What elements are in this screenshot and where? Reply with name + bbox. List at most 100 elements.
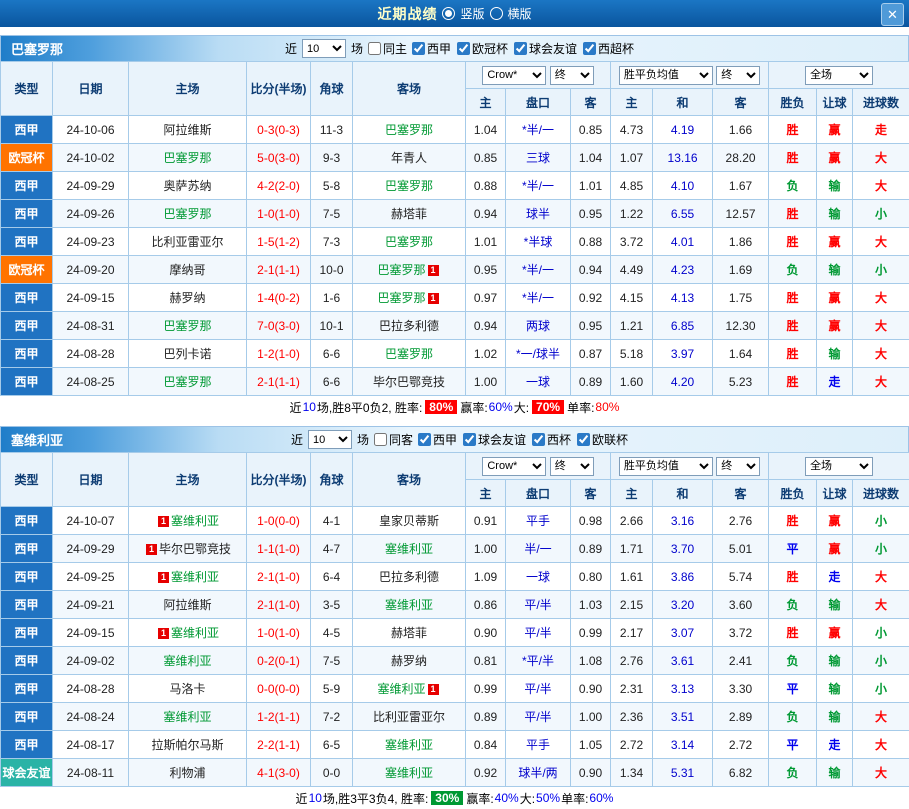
- league-filter[interactable]: 球会友谊: [514, 40, 577, 57]
- col-avg-away: 客: [713, 89, 769, 116]
- result-outcome: 负: [769, 172, 817, 200]
- close-button[interactable]: ✕: [881, 3, 904, 26]
- focus-team-cell: 1塞维利亚: [129, 563, 247, 591]
- corner-score: 3-5: [311, 591, 353, 619]
- avg-draw: 5.31: [653, 759, 713, 787]
- opponent-team-cell: 阿拉维斯: [129, 116, 247, 144]
- focus-team-cell: 塞维利亚: [353, 759, 466, 787]
- same-venue-filter[interactable]: 同主: [368, 40, 407, 57]
- odds-home: 1.00: [466, 535, 506, 563]
- same-venue-checkbox[interactable]: [374, 433, 387, 446]
- col-odds-home: 主: [466, 480, 506, 507]
- odds-group-header: Crow* 终: [466, 62, 611, 89]
- odds-home: 0.94: [466, 312, 506, 340]
- match-date: 24-09-29: [53, 535, 129, 563]
- col-odds-away: 客: [571, 480, 611, 507]
- league-checkbox[interactable]: [463, 433, 476, 446]
- match-date: 24-08-24: [53, 703, 129, 731]
- odds-company-select[interactable]: Crow*: [482, 457, 546, 476]
- footer-stat: 单率:: [561, 790, 588, 807]
- result-handicap: 输: [817, 256, 853, 284]
- match-date: 24-08-25: [53, 368, 129, 396]
- odds-group-header: Crow* 终: [466, 453, 611, 480]
- league-filter[interactable]: 西甲: [412, 40, 451, 57]
- avg-away: 5.74: [713, 563, 769, 591]
- league-checkbox[interactable]: [532, 433, 545, 446]
- match-row: 西甲24-09-21阿拉维斯2-1(1-0)3-5塞维利亚0.86平/半1.03…: [1, 591, 909, 619]
- odds-home: 0.91: [466, 507, 506, 535]
- team-name: 塞维利亚: [385, 598, 433, 612]
- avg-group-header: 胜平负均值 终: [611, 453, 769, 480]
- match-score: 7-0(3-0): [247, 312, 311, 340]
- footer-stat: 大:: [514, 399, 529, 416]
- footer-stat: 30%: [431, 791, 463, 805]
- league-checkbox[interactable]: [583, 42, 596, 55]
- league-checkbox[interactable]: [577, 433, 590, 446]
- avg-away: 1.67: [713, 172, 769, 200]
- avg-away: 1.69: [713, 256, 769, 284]
- team-name: 阿拉维斯: [163, 598, 211, 612]
- result-outcome: 胜: [769, 144, 817, 172]
- match-date: 24-10-07: [53, 507, 129, 535]
- footer-stat: 赢率:: [460, 399, 487, 416]
- match-score: 0-2(0-1): [247, 647, 311, 675]
- avg-away: 28.20: [713, 144, 769, 172]
- col-home: 主场: [129, 62, 247, 116]
- result-goals: 大: [853, 284, 909, 312]
- odds-handicap: 平/半: [506, 591, 571, 619]
- opponent-team-cell: 巴拉多利德: [353, 312, 466, 340]
- team-name: 巴塞罗那: [385, 179, 433, 193]
- footer-stat: 10: [309, 791, 322, 805]
- league-filter[interactable]: 西甲: [418, 431, 457, 448]
- avg-select[interactable]: 胜平负均值: [619, 457, 713, 476]
- opponent-team-cell: 巴拉多利德: [353, 563, 466, 591]
- result-goals: 小: [853, 675, 909, 703]
- odds-final-select[interactable]: 终: [550, 457, 594, 476]
- odds-company-select[interactable]: Crow*: [482, 66, 546, 85]
- odds-handicap: 平手: [506, 507, 571, 535]
- match-count-select[interactable]: 10: [302, 39, 346, 58]
- odds-home: 0.88: [466, 172, 506, 200]
- horizontal-layout-radio[interactable]: [490, 7, 503, 20]
- match-row: 西甲24-08-25巴塞罗那2-1(1-1)6-6毕尔巴鄂竞技1.00一球0.8…: [1, 368, 909, 396]
- avg-away: 1.86: [713, 228, 769, 256]
- avg-draw: 4.19: [653, 116, 713, 144]
- odds-away: 0.92: [571, 284, 611, 312]
- league-type-cell: 西甲: [1, 340, 53, 368]
- same-venue-checkbox[interactable]: [368, 42, 381, 55]
- result-goals: 大: [853, 591, 909, 619]
- avg-home: 4.73: [611, 116, 653, 144]
- avg-select[interactable]: 胜平负均值: [619, 66, 713, 85]
- same-venue-filter[interactable]: 同客: [374, 431, 413, 448]
- col-avg-draw: 和: [653, 480, 713, 507]
- avg-final-select[interactable]: 终: [716, 66, 760, 85]
- match-count-select[interactable]: 10: [308, 430, 352, 449]
- corner-score: 7-2: [311, 703, 353, 731]
- team-name: 塞维利亚: [163, 654, 211, 668]
- league-checkbox[interactable]: [412, 42, 425, 55]
- league-filter[interactable]: 西超杯: [583, 40, 634, 57]
- near-label: 近: [291, 431, 303, 448]
- red-card-badge: 1: [158, 628, 169, 639]
- league-label: 球会友谊: [478, 431, 526, 448]
- odds-away: 1.01: [571, 172, 611, 200]
- league-checkbox[interactable]: [457, 42, 470, 55]
- match-score: 0-3(0-3): [247, 116, 311, 144]
- result-outcome: 平: [769, 675, 817, 703]
- league-filter[interactable]: 球会友谊: [463, 431, 526, 448]
- league-filter[interactable]: 西杯: [532, 431, 571, 448]
- result-outcome: 平: [769, 731, 817, 759]
- league-filter[interactable]: 欧冠杯: [457, 40, 508, 57]
- opponent-team-cell: 毕尔巴鄂竞技: [353, 368, 466, 396]
- match-score: 1-0(0-0): [247, 507, 311, 535]
- league-checkbox[interactable]: [418, 433, 431, 446]
- league-checkbox[interactable]: [514, 42, 527, 55]
- scope-select[interactable]: 全场: [805, 66, 873, 85]
- league-type-cell: 西甲: [1, 619, 53, 647]
- avg-final-select[interactable]: 终: [716, 457, 760, 476]
- scope-select[interactable]: 全场: [805, 457, 873, 476]
- vertical-layout-radio[interactable]: [442, 7, 455, 20]
- odds-final-select[interactable]: 终: [550, 66, 594, 85]
- match-row: 球会友谊24-08-11利物浦4-1(3-0)0-0塞维利亚0.92球半/两0.…: [1, 759, 909, 787]
- league-filter[interactable]: 欧联杯: [577, 431, 628, 448]
